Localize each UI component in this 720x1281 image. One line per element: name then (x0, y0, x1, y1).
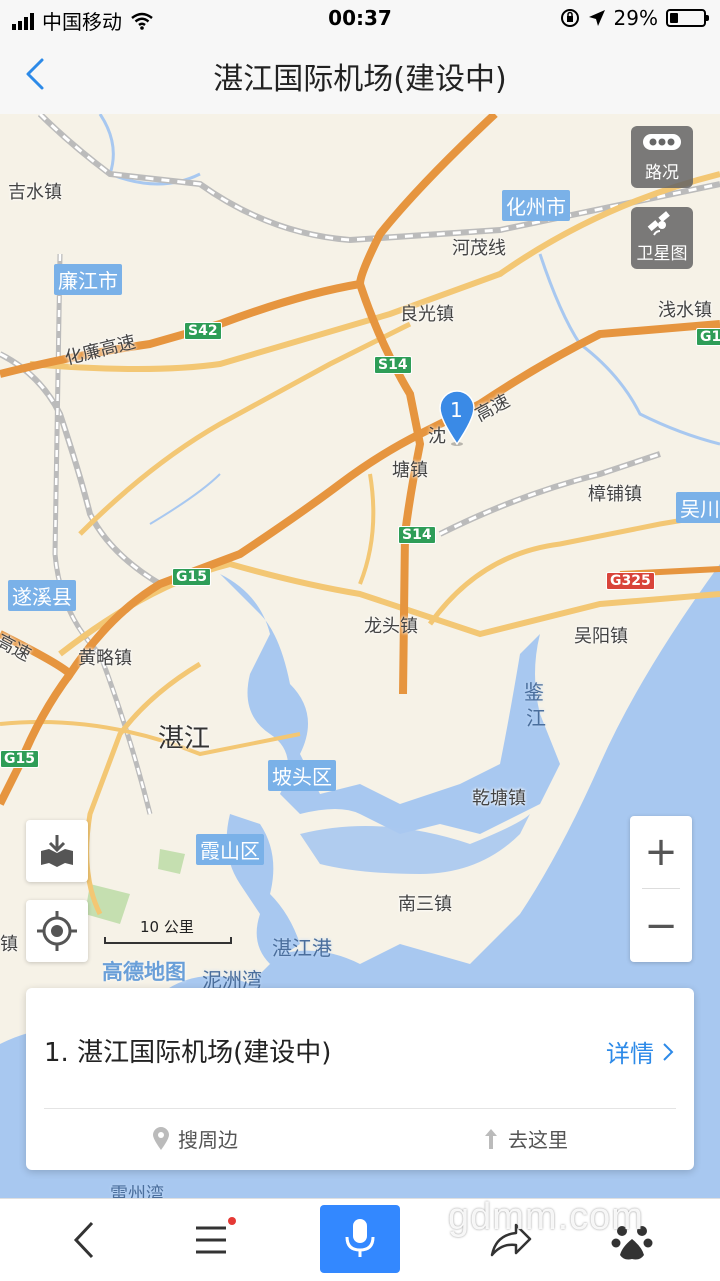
map-label-water: 湛江港 (272, 936, 332, 960)
map-label-city: 吴川 (676, 492, 720, 523)
map-scale: 10 公里 (104, 918, 232, 944)
road-shield: S14 (374, 356, 412, 374)
locate-icon (37, 911, 77, 951)
map-label: 吴阳镇 (574, 626, 628, 647)
map-label-major: 湛江 (158, 724, 211, 754)
map-label: 镇 (0, 934, 18, 955)
go-here-label: 去这里 (508, 1128, 568, 1152)
map-label-water: 江 (526, 706, 546, 730)
back-arrow-icon[interactable] (54, 1211, 114, 1269)
map-label: 南三镇 (398, 894, 452, 915)
map-label: 浅水镇 (658, 300, 712, 321)
battery-percent: 29% (613, 6, 658, 30)
map-label: 樟铺镇 (588, 484, 642, 505)
detail-label: 详情 (606, 1040, 654, 1068)
map-label: 塘镇 (392, 460, 428, 481)
traffic-label: 路况 (645, 163, 679, 183)
scale-label: 10 公里 (140, 918, 194, 936)
marker-number: 1 (450, 398, 463, 422)
map-label: 河茂线 (452, 238, 506, 259)
battery-icon (666, 9, 709, 27)
rotation-lock-icon (560, 9, 579, 27)
satellite-label: 卫星图 (636, 244, 688, 264)
road-shield: S42 (184, 322, 222, 340)
microphone-icon (345, 1219, 375, 1257)
zoom-control: + − (630, 816, 692, 962)
card-divider (44, 1108, 676, 1109)
site-watermark: gdmm.com (448, 1196, 644, 1238)
search-nearby-button[interactable]: 搜周边 (152, 1124, 238, 1153)
road-shield: S14 (398, 526, 436, 544)
zoom-in-button[interactable]: + (630, 816, 692, 888)
map-label: 良光镇 (400, 304, 454, 325)
map-label: 黄略镇 (78, 648, 132, 669)
road-shield: G325 (606, 572, 655, 590)
menu-icon[interactable] (182, 1211, 242, 1269)
locate-button[interactable] (26, 900, 88, 962)
search-nearby-label: 搜周边 (178, 1128, 238, 1152)
go-here-button[interactable]: 去这里 (482, 1124, 568, 1153)
road-shield: G15 (172, 568, 211, 586)
map-label: 乾塘镇 (472, 788, 526, 809)
road-shield: G15 (0, 750, 39, 768)
voice-search-button[interactable] (320, 1205, 400, 1273)
map-download-icon (41, 835, 73, 867)
map-label: 吉水镇 (8, 182, 62, 203)
page-title: 湛江国际机场(建设中) (213, 62, 507, 97)
route-arrow-icon (485, 1128, 497, 1149)
map-label-water: 雷州湾 (110, 1184, 164, 1198)
map-label-city: 霞山区 (196, 834, 264, 865)
traffic-button[interactable]: 路况 (631, 126, 693, 188)
chevron-right-icon (663, 1042, 674, 1061)
traffic-icon (643, 134, 681, 150)
location-arrow-icon (588, 10, 605, 26)
scale-bar (104, 937, 232, 944)
map-provider-logo: 高德地图 (102, 960, 186, 984)
result-title[interactable]: 1. 湛江国际机场(建设中) (44, 1032, 331, 1069)
map-label-city: 化州市 (502, 190, 570, 221)
offline-map-button[interactable] (26, 820, 88, 882)
satellite-button[interactable]: 卫星图 (631, 207, 693, 269)
map-label: 龙头镇 (364, 616, 418, 637)
detail-link[interactable]: 详情 (606, 1034, 674, 1069)
location-pin-icon (153, 1126, 169, 1150)
map-label-city: 廉江市 (54, 264, 122, 295)
result-card[interactable]: 1. 湛江国际机场(建设中) 详情 搜周边 去这里 (26, 988, 694, 1170)
map-label: 沈 (428, 426, 446, 447)
map-label-water: 鉴 (524, 680, 544, 704)
status-bar: 中国移动 00:37 29% (0, 0, 720, 36)
zoom-divider (642, 888, 680, 889)
map-label-city: 坡头区 (268, 760, 336, 791)
zoom-out-button[interactable]: − (630, 890, 692, 962)
navigation-bar: 湛江国际机场(建设中) (0, 36, 720, 115)
map-label-city: 遂溪县 (8, 580, 76, 611)
satellite-icon (647, 211, 670, 236)
road-shield: G1 (696, 328, 720, 346)
